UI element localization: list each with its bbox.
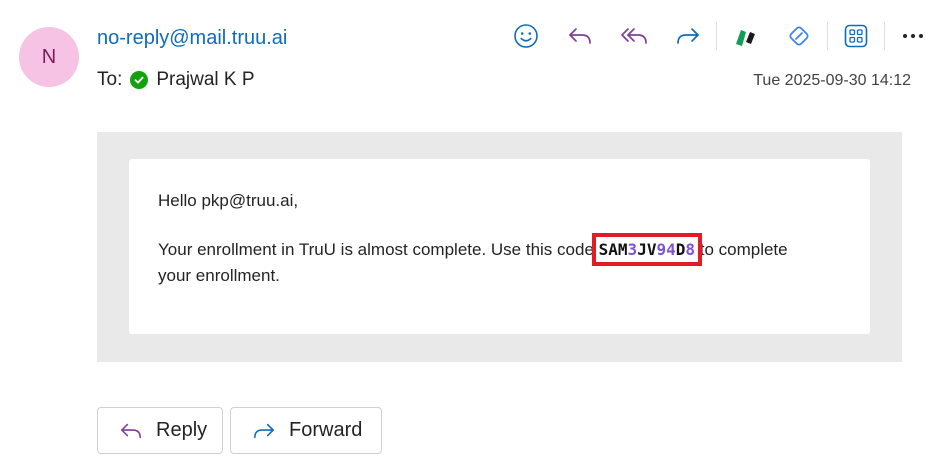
code-part: JV	[637, 240, 657, 259]
app-icon[interactable]	[727, 18, 763, 54]
enrollment-code[interactable]: SAM3JV94D8	[591, 233, 703, 266]
toolbar-separator	[827, 22, 828, 50]
apps-grid-icon[interactable]	[838, 18, 874, 54]
recipient-name[interactable]: Prajwal K P	[156, 69, 254, 91]
forward-button-label: Forward	[289, 419, 363, 441]
recipient-row: To: Prajwal K P	[97, 69, 255, 91]
enrollment-text-before: Your enrollment in TruU is almost comple…	[158, 240, 594, 259]
code-part: D	[675, 240, 686, 259]
reply-button[interactable]: Reply	[97, 407, 223, 454]
message-date: Tue 2025-09-30 14:12	[753, 72, 911, 89]
emoji-icon[interactable]	[508, 18, 544, 54]
sender-email[interactable]: no-reply@mail.truu.ai	[97, 27, 287, 50]
forward-icon	[254, 423, 274, 438]
verified-check-icon	[130, 71, 149, 89]
reply-all-icon[interactable]	[616, 18, 652, 54]
sender-avatar[interactable]: N	[19, 27, 79, 87]
to-label: To:	[97, 69, 123, 90]
avatar-initial: N	[41, 45, 57, 68]
more-icon[interactable]	[895, 18, 931, 54]
greeting-text: Hello pkp@truu.ai,	[158, 191, 299, 210]
toolbar-separator	[884, 22, 885, 50]
forward-button[interactable]: Forward	[230, 407, 382, 454]
message-toolbar	[508, 18, 943, 54]
forward-icon[interactable]	[670, 18, 706, 54]
reply-icon[interactable]	[562, 18, 598, 54]
loop-icon[interactable]	[781, 18, 817, 54]
enrollment-text: Your enrollment in TruU is almost comple…	[158, 233, 798, 289]
reply-icon	[121, 423, 141, 438]
code-part: 3	[627, 240, 638, 259]
code-part: 8	[685, 240, 695, 259]
toolbar-separator	[716, 22, 717, 50]
reply-button-label: Reply	[156, 419, 208, 441]
code-part: 94	[656, 240, 676, 259]
code-part: SAM	[598, 240, 628, 259]
